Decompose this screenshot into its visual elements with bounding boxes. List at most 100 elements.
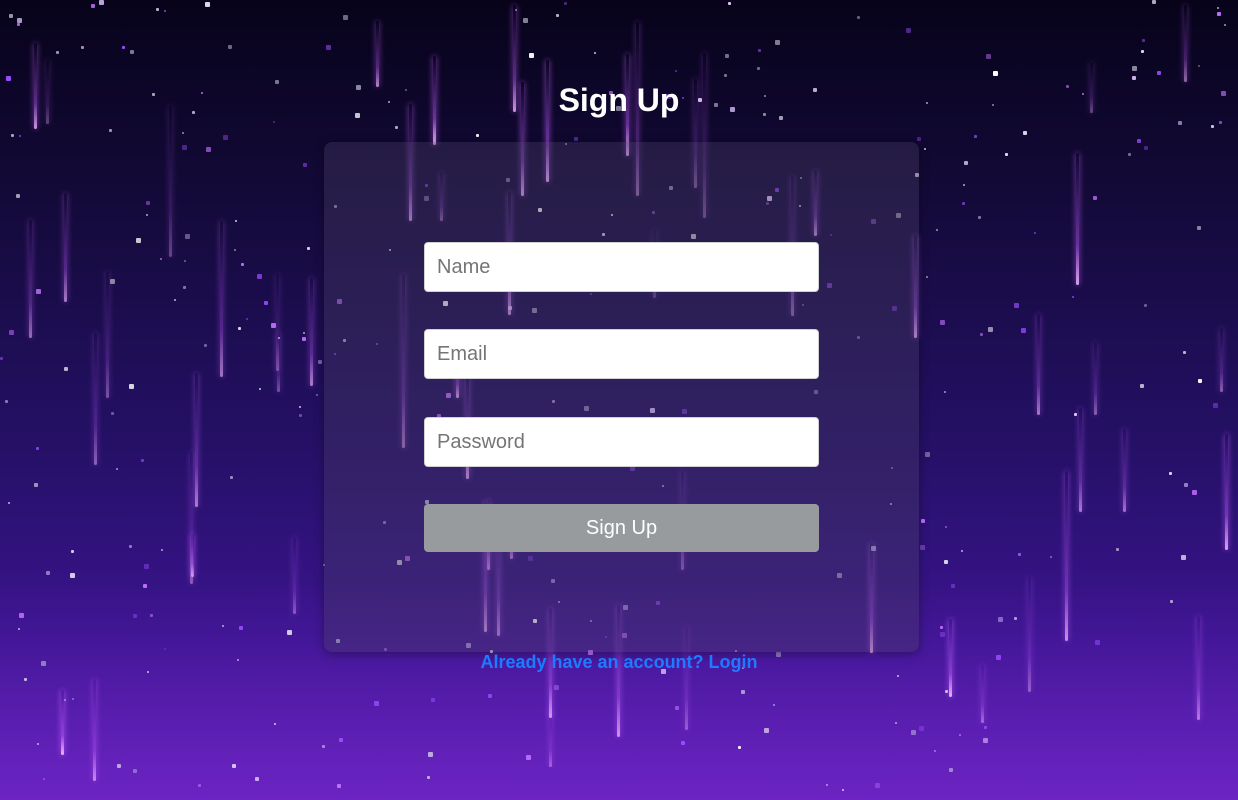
star-dot [278, 337, 280, 339]
star-dot [1219, 121, 1222, 124]
star-dot [24, 678, 27, 681]
light-streak [1079, 408, 1082, 512]
star-dot [70, 573, 75, 578]
password-input[interactable] [424, 417, 819, 467]
star-dot [515, 9, 517, 11]
star-dot [228, 45, 232, 49]
star-dot [316, 394, 318, 396]
star-dot [574, 137, 578, 141]
star-dot [897, 675, 899, 677]
light-streak [195, 373, 198, 508]
star-dot [129, 545, 132, 548]
sign-up-button[interactable]: Sign Up [424, 504, 819, 552]
star-dot [1217, 7, 1219, 9]
star-dot [1224, 24, 1226, 26]
star-dot [91, 4, 95, 8]
star-dot [9, 14, 13, 18]
star-dot [264, 301, 268, 305]
star-dot [303, 332, 305, 334]
star-dot [81, 46, 84, 49]
light-streak [293, 537, 296, 614]
star-dot [1152, 0, 1156, 4]
star-dot [182, 145, 187, 150]
star-dot [72, 698, 74, 700]
star-dot [1128, 153, 1131, 156]
star-dot [160, 258, 162, 260]
star-dot [146, 214, 148, 216]
star-dot [983, 738, 988, 743]
star-dot [146, 201, 150, 205]
star-dot [164, 648, 166, 650]
star-dot [133, 614, 137, 618]
star-dot [16, 194, 20, 198]
star-dot [1074, 413, 1077, 416]
star-dot [1157, 71, 1161, 75]
star-dot [741, 690, 745, 694]
login-link[interactable]: Already have an account? Login [0, 651, 1238, 673]
star-dot [36, 289, 41, 294]
star-dot [141, 459, 144, 462]
light-streak [64, 193, 67, 303]
star-dot [182, 132, 184, 134]
star-dot [944, 391, 946, 393]
star-dot [273, 121, 275, 123]
light-streak [93, 679, 96, 781]
star-dot [488, 694, 492, 698]
light-streak [1123, 429, 1126, 512]
star-dot [117, 764, 121, 768]
star-dot [921, 519, 925, 523]
star-dot [594, 52, 596, 54]
star-dot [998, 617, 1003, 622]
star-dot [980, 333, 983, 336]
star-dot [9, 330, 14, 335]
star-dot [675, 706, 679, 710]
star-dot [724, 74, 727, 77]
star-dot [164, 10, 166, 12]
email-input[interactable] [424, 329, 819, 379]
star-dot [174, 299, 176, 301]
star-dot [318, 360, 322, 364]
star-dot [337, 784, 341, 788]
star-dot [962, 202, 965, 205]
name-input[interactable] [424, 242, 819, 292]
star-dot [232, 764, 236, 768]
star-dot [1144, 146, 1148, 150]
star-dot [144, 564, 149, 569]
star-dot [1183, 351, 1186, 354]
star-dot [895, 722, 897, 724]
star-dot [988, 327, 993, 332]
star-dot [993, 71, 998, 76]
star-dot [945, 690, 948, 693]
star-dot [143, 584, 147, 588]
star-dot [1169, 472, 1172, 475]
star-dot [675, 70, 677, 72]
star-dot [246, 318, 248, 320]
star-dot [764, 728, 769, 733]
star-dot [64, 367, 68, 371]
star-dot [1018, 553, 1021, 556]
star-dot [1140, 384, 1144, 388]
star-dot [926, 276, 928, 278]
star-dot [0, 357, 3, 360]
star-dot [842, 789, 844, 791]
star-dot [395, 126, 398, 129]
star-dot [1093, 196, 1097, 200]
star-dot [529, 53, 534, 58]
star-dot [1198, 379, 1202, 383]
star-dot [257, 274, 262, 279]
star-dot [826, 784, 828, 786]
star-dot [150, 614, 153, 617]
star-dot [259, 388, 261, 390]
star-dot [906, 28, 911, 33]
star-dot [924, 148, 926, 150]
star-dot [911, 730, 916, 735]
star-dot [431, 698, 435, 702]
light-streak [169, 106, 172, 257]
star-dot [773, 704, 775, 706]
star-dot [875, 783, 880, 788]
star-dot [757, 67, 760, 70]
star-dot [1023, 131, 1027, 135]
star-dot [307, 247, 310, 250]
star-dot [110, 279, 115, 284]
star-dot [183, 286, 186, 289]
